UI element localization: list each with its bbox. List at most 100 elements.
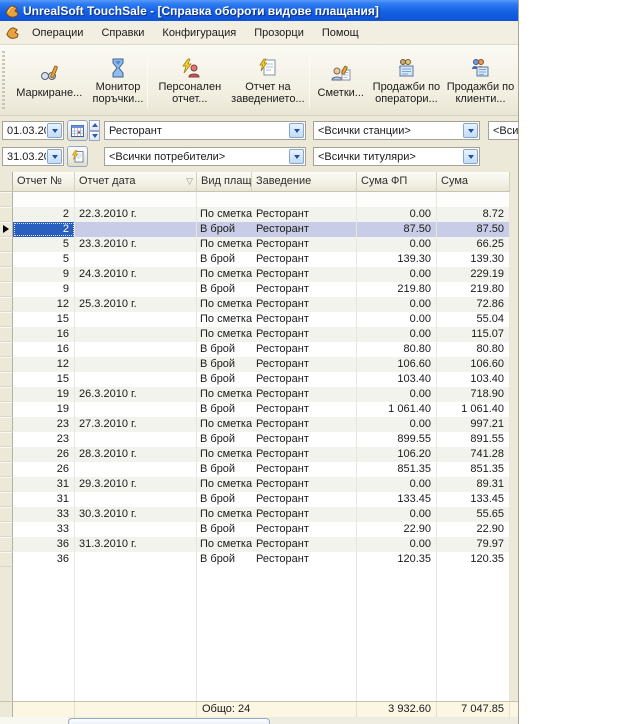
order-monitor-button[interactable]: Монитор поръчки... [91,48,146,112]
toolbar-gripper-icon[interactable] [2,51,5,109]
table-row[interactable]: 33 В брой Ресторант 22.90 22.90 [0,522,510,537]
calendar-button[interactable] [67,120,88,141]
cell-report-no: 15 [13,372,75,387]
col-header-report-no[interactable]: Отчет № [13,172,75,192]
cell-venue: Ресторант [252,462,357,477]
table-row[interactable]: 26 28.3.2010 г. По сметка Ресторант 106.… [0,447,510,462]
cell-venue: Ресторант [252,327,357,342]
chevron-down-icon[interactable] [463,149,478,164]
menu-item-pomosht[interactable]: Помощ [313,24,368,42]
table-row[interactable]: 12 В брой Ресторант 106.60 106.60 [0,357,510,372]
row-gutter [0,537,13,552]
menu-item-prozorci[interactable]: Прозорци [245,24,313,42]
cell-venue: Ресторант [252,207,357,222]
date-from-combo[interactable]: 01.03.2010 [2,121,64,140]
table-row[interactable]: 2 22.3.2010 г. По сметка Ресторант 0.00 … [0,207,510,222]
cell-report-no: 19 [13,402,75,417]
table-row[interactable]: 36 31.3.2010 г. По сметка Ресторант 0.00… [0,537,510,552]
menu-item-spravki[interactable]: Справки [92,24,153,42]
cell-venue: Ресторант [252,252,357,267]
table-row[interactable]: 23 В брой Ресторант 899.55 891.55 [0,432,510,447]
table-row[interactable]: 2 В брой Ресторант 87.50 87.50 [0,222,510,237]
refresh-report-button[interactable] [67,146,88,167]
table-body: 2 22.3.2010 г. По сметка Ресторант 0.00 … [0,192,510,567]
cell-report-no: 5 [13,237,75,252]
person-flash-icon [178,55,202,81]
table-row[interactable]: 26 В брой Ресторант 851.35 851.35 [0,462,510,477]
menu-item-konfiguracia[interactable]: Конфигурация [153,24,245,42]
table-row[interactable]: 12 25.3.2010 г. По сметка Ресторант 0.00… [0,297,510,312]
cell-sum: 229.19 [437,267,510,282]
col-header-sum-fp[interactable]: Сума ФП [357,172,437,192]
cell-report-date [75,342,197,357]
row-gutter [0,342,13,357]
date-to-combo[interactable]: 31.03.2010 [2,147,64,166]
table-row[interactable]: 5 В брой Ресторант 139.30 139.30 [0,252,510,267]
table-row[interactable]: 9 В брой Ресторант 219.80 219.80 [0,282,510,297]
footer-gutter [0,702,13,717]
row-gutter [0,492,13,507]
clipped-right-combo[interactable]: <Всички [488,121,519,140]
cell-report-no: 26 [13,462,75,477]
cell-sum-fp: 103.40 [357,372,437,387]
cell-sum-fp: 0.00 [357,312,437,327]
spinner-up-icon[interactable] [89,120,100,131]
table-row[interactable]: 16 В брой Ресторант 80.80 80.80 [0,342,510,357]
row-gutter [0,402,13,417]
table-row[interactable]: 33 30.3.2010 г. По сметка Ресторант 0.00… [0,507,510,522]
sales-by-clients-button[interactable]: Продажби по клиенти... [443,48,518,112]
table-row[interactable]: 19 26.3.2010 г. По сметка Ресторант 0.00… [0,387,510,402]
table-row[interactable]: 31 В брой Ресторант 133.45 133.45 [0,492,510,507]
menu-app-icon[interactable] [4,25,19,40]
marking-label: Маркиране... [16,87,82,99]
cell-report-date [75,492,197,507]
table-row[interactable]: 15 В брой Ресторант 103.40 103.40 [0,372,510,387]
sales-by-operators-button[interactable]: Продажби по оператори... [370,48,443,112]
scrollbar-thumb[interactable] [68,718,270,724]
chevron-down-icon[interactable] [289,123,304,138]
users-combo[interactable]: <Всички потребители> [104,147,306,166]
table-row[interactable]: 36 В брой Ресторант 120.35 120.35 [0,552,510,567]
venue-report-button[interactable]: Отчет на заведението... [229,48,306,112]
cell-sum-fp: 219.80 [357,282,437,297]
chevron-down-icon[interactable] [47,149,62,164]
chevron-down-icon[interactable] [289,149,304,164]
col-header-venue[interactable]: Заведение [252,172,357,192]
table-row[interactable]: 19 В брой Ресторант 1 061.40 1 061.40 [0,402,510,417]
menu-item-operacii[interactable]: Операции [23,24,92,42]
window-title: UnrealSoft TouchSale - [Справка обороти … [23,4,379,18]
table-row[interactable]: 31 29.3.2010 г. По сметка Ресторант 0.00… [0,477,510,492]
col-header-report-date[interactable]: Отчет дата ▽ [75,172,197,192]
stations-combo[interactable]: <Всички станции> [313,121,480,140]
row-gutter [0,192,13,207]
table-row[interactable]: 5 23.3.2010 г. По сметка Ресторант 0.00 … [0,237,510,252]
scrollbar-track[interactable] [0,717,68,724]
venue-combo[interactable]: Ресторант [104,121,306,140]
titulars-combo-value: <Всички титуляри> [314,151,462,163]
cell-payment-type: По сметка [197,267,252,282]
spinner-down-icon[interactable] [89,131,100,142]
table-row[interactable]: 9 24.3.2010 г. По сметка Ресторант 0.00 … [0,267,510,282]
cell-payment-type: В брой [197,282,252,297]
personal-report-button[interactable]: Персонален отчет... [150,48,229,112]
table-row[interactable]: 15 По сметка Ресторант 0.00 55.04 [0,312,510,327]
cell-report-no: 16 [13,342,75,357]
date-spinner[interactable] [89,120,100,141]
titulars-combo[interactable]: <Всички титуляри> [313,147,480,166]
table-row[interactable]: 23 27.3.2010 г. По сметка Ресторант 0.00… [0,417,510,432]
col-header-payment-type[interactable]: Вид плащане [197,172,252,192]
col-header-sum[interactable]: Сума [437,172,510,192]
cell-sum-fp: 106.60 [357,357,437,372]
cell-payment-type: По сметка [197,297,252,312]
marking-button[interactable]: Маркиране... [8,48,91,112]
cell-payment-type: По сметка [197,507,252,522]
chevron-down-icon[interactable] [463,123,478,138]
table-row[interactable]: 16 По сметка Ресторант 0.00 115.07 [0,327,510,342]
cell-report-date [75,462,197,477]
bills-button[interactable]: Сметки... [312,48,370,112]
title-bar: UnrealSoft TouchSale - [Справка обороти … [0,0,518,21]
empty-row[interactable] [0,192,510,207]
grid-footer: Общо: 24 3 932.60 7 047.85 [0,701,519,717]
horizontal-scrollbar[interactable] [0,717,519,724]
chevron-down-icon[interactable] [47,123,62,138]
